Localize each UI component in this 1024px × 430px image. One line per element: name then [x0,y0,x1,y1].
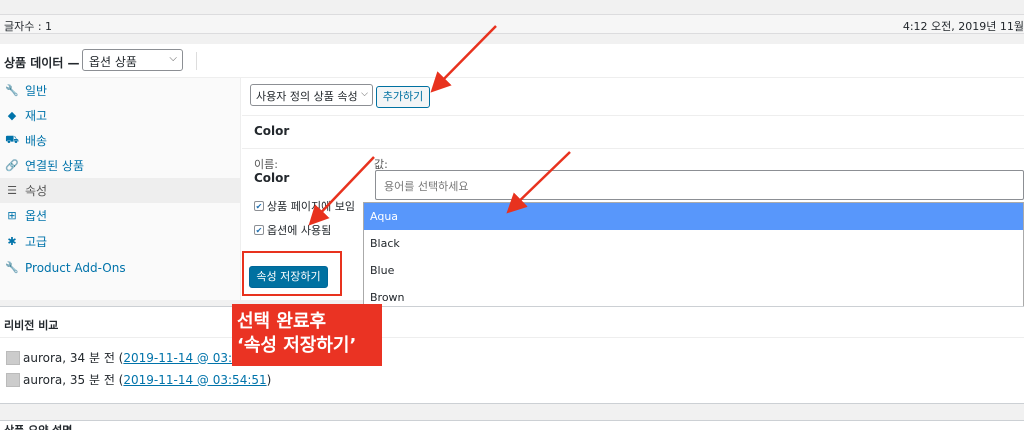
avatar [6,350,20,365]
dropdown-option[interactable]: Black [364,230,1023,257]
list-icon: ☰ [7,184,17,197]
tab-label: 속성 [25,184,48,198]
grid-icon: ⊞ [7,209,17,222]
revisions-box: 리비전 비교 aurora, 34 분 전 ( 2019-11-14 @ 03:… [0,306,1024,404]
tab-attributes[interactable]: ☰ 속성 [0,178,241,203]
revision-item: aurora, 35 분 전 ( 2019-11-14 @ 03:54:51 ) [6,371,271,388]
checkbox-label: 옵션에 사용됨 [267,224,332,237]
avatar [6,372,20,387]
chevron-down-icon: ⌵ [169,53,177,64]
short-description-box: 상품 요약 설명 [0,420,1024,430]
callout-line: ‘속성 저장하기’ [237,335,357,356]
tab-label: 배송 [25,134,48,148]
annotation-callout: 선택 완료후 ‘속성 저장하기’ [232,304,382,366]
terms-dropdown: Aqua Black Blue Brown [363,202,1024,320]
revision-author: aurora, 35 분 전 ( [23,373,124,387]
tab-label: 옵션 [25,209,48,223]
attribute-name-label: 이름: [254,158,278,171]
attribute-heading[interactable]: Color [254,124,289,138]
checkmark-icon: ✔ [254,225,264,235]
page-root: 글자수 : 1 4:12 오전, 2019년 11월 상품 데이터 — 옵션 상… [0,0,1024,430]
link-icon: 🔗 [5,159,19,172]
wrench-icon: 🔧 [5,261,19,274]
product-type-value: 옵션 상품 [89,55,137,69]
chevron-down-icon: ⌵ [361,89,368,99]
tab-label: 일반 [25,84,48,98]
status-bar: 글자수 : 1 4:12 오전, 2019년 11월 [0,14,1024,34]
attribute-taxonomy-select[interactable]: 사용자 정의 상품 속성 ⌵ [250,84,373,106]
tab-label: 재고 [25,109,48,123]
tab-label: Product Add-Ons [25,260,126,275]
revision-close: ) [266,372,272,387]
checkmark-icon: ✔ [254,201,264,211]
product-data-tabs: 🔧 일반 ◆ 재고 ⛟ 배송 🔗 연결된 상품 ☰ 속성 ⊞ 옵션 ✱ 고급 🔧 [0,78,241,300]
product-data-title: 상품 데이터 — [4,56,80,70]
tab-inventory[interactable]: ◆ 재고 [0,103,241,128]
short-description-title: 상품 요약 설명 [4,422,72,430]
tag-icon: ◆ [7,109,17,122]
revision-item: aurora, 34 분 전 ( 2019-11-14 @ 03:55:2 [6,349,259,366]
product-data-header: 상품 데이터 — 옵션 상품 ⌵ [0,44,1024,78]
add-attribute-button[interactable]: 추가하기 [376,86,430,108]
header-divider [196,52,197,70]
divider [242,148,1024,149]
word-count: 글자수 : 1 [4,20,53,33]
tab-general[interactable]: 🔧 일반 [0,78,241,103]
attribute-select-value: 사용자 정의 상품 속성 [256,90,358,103]
tab-advanced[interactable]: ✱ 고급 [0,229,241,254]
callout-line: 선택 완료후 [237,311,327,332]
divider [242,115,1024,116]
save-attributes-button[interactable]: 속성 저장하기 [249,266,328,288]
truck-icon: ⛟ [5,133,19,146]
dropdown-option[interactable]: Aqua [364,203,1023,230]
tab-product-add-ons[interactable]: 🔧 Product Add-Ons [0,255,241,280]
revision-author: aurora, 34 분 전 ( [23,351,124,365]
product-type-select[interactable]: 옵션 상품 ⌵ [82,49,183,71]
used-for-variations-checkbox[interactable]: ✔ 옵션에 사용됨 [254,222,331,238]
tab-label: 고급 [25,235,48,249]
attribute-name-value: Color [254,171,290,185]
gear-icon: ✱ [7,235,17,248]
divider [0,337,1024,338]
revisions-title: 리비전 비교 [4,319,59,332]
tab-label: 연결된 상품 [25,159,85,173]
tab-variations[interactable]: ⊞ 옵션 [0,203,241,228]
tab-linked-products[interactable]: 🔗 연결된 상품 [0,153,241,178]
visible-on-product-page-checkbox[interactable]: ✔ 상품 페이지에 보임 [254,198,355,214]
dropdown-option[interactable]: Blue [364,257,1023,284]
wrench-icon: 🔧 [5,84,19,97]
attribute-terms-input[interactable]: 용어를 선택하세요 [375,170,1024,200]
checkbox-label: 상품 페이지에 보임 [267,200,355,213]
last-edited-timestamp: 4:12 오전, 2019년 11월 [902,20,1024,33]
revision-link[interactable]: 2019-11-14 @ 03:54:51 [123,373,266,387]
attributes-panel: 사용자 정의 상품 속성 ⌵ 추가하기 Color 이름: Color ✔ 상품… [242,78,1024,320]
tab-shipping[interactable]: ⛟ 배송 [0,128,241,153]
